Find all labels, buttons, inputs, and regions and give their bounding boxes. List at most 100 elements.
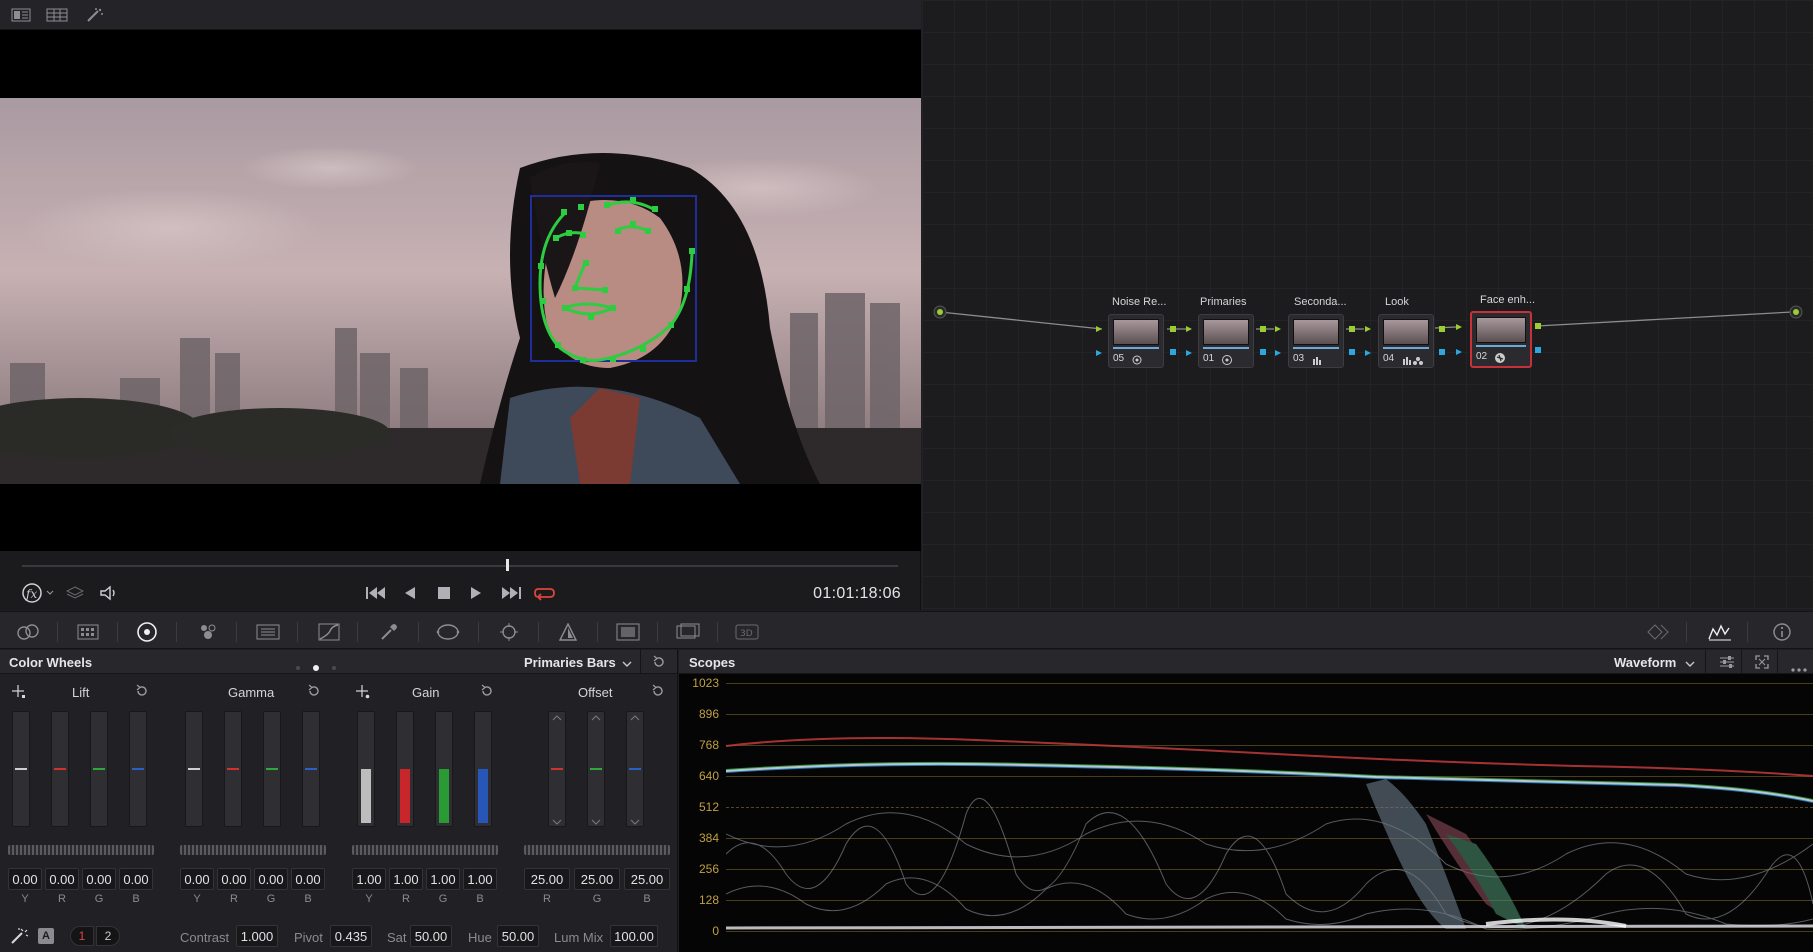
gamma-y-value[interactable]: 0.00 (180, 868, 214, 890)
gain-g-slider[interactable] (435, 711, 453, 827)
offset-g-slider[interactable] (587, 711, 605, 827)
sat-value[interactable]: 50.00 (410, 925, 452, 947)
hdr-wheels-icon[interactable] (194, 621, 222, 643)
auto-balance-icon[interactable] (9, 927, 31, 950)
node-look[interactable]: 04 (1378, 314, 1434, 368)
lum-mix-label: Lum Mix (554, 930, 604, 945)
gain-r-slider[interactable] (396, 711, 414, 827)
lift-b-slider[interactable] (129, 711, 147, 827)
node-thumbnail (1476, 317, 1526, 343)
expand-icon[interactable] (1755, 655, 1769, 674)
gamma-master-wheel[interactable] (180, 845, 326, 855)
reset-gain-icon[interactable] (480, 684, 494, 703)
mode-dropdown[interactable]: Primaries Bars (524, 655, 616, 670)
playhead[interactable] (506, 559, 509, 571)
play-reverse-icon[interactable] (398, 583, 422, 603)
offset-g-value[interactable]: 25.00 (574, 868, 620, 890)
gamma-y-slider[interactable] (185, 711, 203, 827)
viewer-panel: fx 01:01:18:06 (0, 0, 921, 610)
gain-y-value[interactable]: 1.00 (352, 868, 386, 890)
page-1-button[interactable]: 1 (70, 926, 94, 946)
skip-to-start-icon[interactable] (364, 583, 388, 603)
magic-wand-icon[interactable] (84, 6, 106, 24)
3d-icon[interactable]: 3D (733, 621, 761, 643)
offset-b-slider[interactable] (626, 711, 644, 827)
color-wheels-icon[interactable] (133, 621, 161, 643)
gamma-r-slider[interactable] (224, 711, 242, 827)
curves-palette-icon[interactable] (315, 621, 343, 643)
gain-b-value[interactable]: 1.00 (463, 868, 497, 890)
pivot-value[interactable]: 0.435 (330, 925, 372, 947)
gamma-b-value[interactable]: 0.00 (291, 868, 325, 890)
timeline-scrubber[interactable] (22, 565, 898, 567)
node-primaries[interactable]: 01 (1198, 314, 1254, 368)
gain-master-wheel[interactable] (352, 845, 498, 855)
reset-lift-icon[interactable] (135, 684, 149, 703)
color-match-icon[interactable] (74, 621, 102, 643)
stop-icon[interactable] (432, 583, 456, 603)
camera-raw-icon[interactable] (14, 621, 42, 643)
lift-r-slider[interactable] (51, 711, 69, 827)
gamma-r-value[interactable]: 0.00 (217, 868, 251, 890)
lift-y-value[interactable]: 0.00 (8, 868, 42, 890)
gain-b-slider[interactable] (474, 711, 492, 827)
layers-icon[interactable] (64, 583, 86, 603)
loop-icon[interactable] (532, 583, 558, 603)
info-icon[interactable] (1768, 621, 1796, 643)
auto-color-button[interactable]: A (38, 928, 54, 944)
power-window-icon[interactable] (434, 621, 462, 643)
qualifier-eyedropper-icon[interactable] (375, 621, 403, 643)
lum-mix-value[interactable]: 100.00 (610, 925, 658, 947)
lift-y-slider[interactable] (12, 711, 30, 827)
key-icon[interactable] (614, 621, 642, 643)
scope-type-dropdown[interactable]: Waveform (1614, 655, 1676, 670)
chevron-down-icon[interactable] (622, 656, 632, 674)
picker-crosshair-icon[interactable] (11, 684, 27, 705)
node-editor[interactable]: Noise Re... 05 Primaries 01 Seconda... 0… (922, 0, 1813, 610)
lift-g-value[interactable]: 0.00 (82, 868, 116, 890)
reset-offset-icon[interactable] (651, 684, 665, 703)
page-2-button[interactable]: 2 (96, 926, 120, 946)
gain-y-slider[interactable] (357, 711, 375, 827)
gamma-g-slider[interactable] (263, 711, 281, 827)
node-secondary[interactable]: 03 (1288, 314, 1344, 368)
offset-b-value[interactable]: 25.00 (624, 868, 670, 890)
contrast-value[interactable]: 1.000 (236, 925, 278, 947)
scale-128: 128 (698, 893, 719, 907)
gain-r-value[interactable]: 1.00 (389, 868, 423, 890)
split-view-icon[interactable] (10, 6, 32, 24)
keyframes-icon[interactable] (1646, 621, 1674, 643)
skip-to-end-icon[interactable] (498, 583, 524, 603)
lift-g-slider[interactable] (90, 711, 108, 827)
lift-r-value[interactable]: 0.00 (45, 868, 79, 890)
node-face-enhance[interactable]: 02 (1470, 311, 1532, 368)
hue-value[interactable]: 50.00 (497, 925, 539, 947)
channel-label: B (643, 893, 651, 905)
offset-r-value[interactable]: 25.00 (524, 868, 570, 890)
viewer-frame[interactable] (0, 30, 921, 551)
sizing-icon[interactable] (674, 621, 702, 643)
gain-g-value[interactable]: 1.00 (426, 868, 460, 890)
reset-gamma-icon[interactable] (307, 684, 321, 703)
offset-master-wheel[interactable] (524, 845, 670, 855)
gamma-b-slider[interactable] (302, 711, 320, 827)
scopes-icon[interactable] (1706, 621, 1734, 643)
node-label-face: Face enh... (1480, 294, 1536, 306)
waveform-scope[interactable]: 1023 896 768 640 512 384 256 128 0 (679, 674, 1813, 952)
node-noise-reduction[interactable]: 05 (1108, 314, 1164, 368)
gallery-grid-icon[interactable] (46, 6, 68, 24)
scope-settings-icon[interactable] (1719, 655, 1735, 674)
picker-crosshair-icon[interactable] (355, 684, 371, 705)
volume-icon[interactable] (98, 583, 120, 603)
lift-master-wheel[interactable] (8, 845, 154, 855)
lift-b-value[interactable]: 0.00 (119, 868, 153, 890)
gamma-g-value[interactable]: 0.00 (254, 868, 288, 890)
offset-r-slider[interactable] (548, 711, 566, 827)
fx-effects-icon[interactable]: fx (18, 583, 58, 603)
reset-all-icon[interactable] (652, 655, 666, 674)
chevron-down-icon[interactable] (1685, 656, 1695, 674)
tracker-icon[interactable] (495, 621, 523, 643)
rgb-mixer-icon[interactable] (254, 621, 282, 643)
play-icon[interactable] (464, 583, 488, 603)
blur-icon[interactable] (554, 621, 582, 643)
